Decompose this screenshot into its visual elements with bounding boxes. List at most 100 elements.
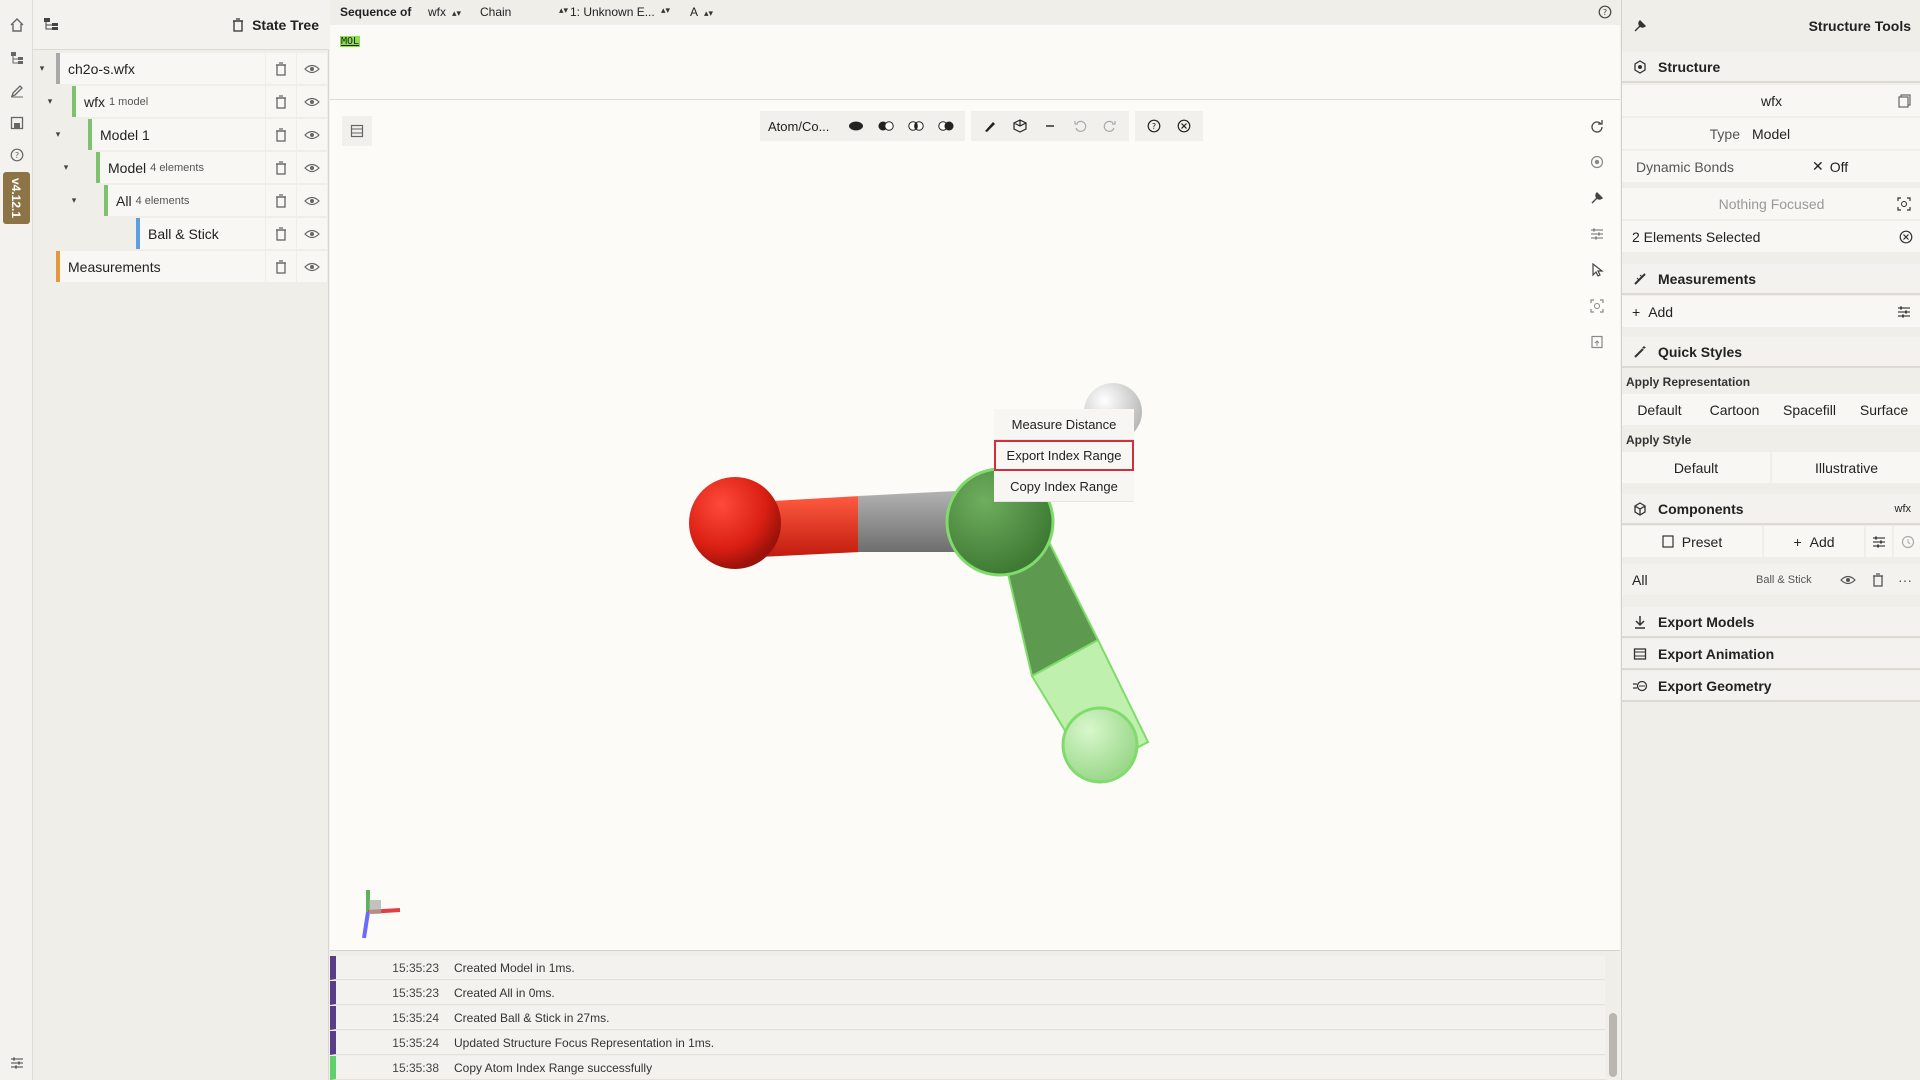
settings-sliders-icon[interactable] <box>1897 305 1911 319</box>
structure-tools-header: Structure Tools <box>1622 10 1920 41</box>
measurements-add-row: + Add <box>1622 296 1920 327</box>
tree-row[interactable]: wfx 1 model <box>72 86 265 117</box>
style-button[interactable]: Illustrative <box>1772 452 1920 483</box>
collapse-caret-icon[interactable]: ▾ <box>59 160 73 174</box>
collapse-caret-icon[interactable]: ▾ <box>67 193 81 207</box>
measurements-section-header[interactable]: Measurements <box>1622 264 1920 295</box>
clear-selection-icon[interactable] <box>1899 230 1913 244</box>
tree-row-sublabel: 4 elements <box>135 194 190 207</box>
structure-section-header[interactable]: Structure <box>1622 52 1920 83</box>
log-timestamp: 15:35:23 <box>392 961 439 975</box>
structure-select[interactable]: wfx ▴▾ <box>428 5 461 19</box>
components-icon <box>1622 501 1658 516</box>
tree-row[interactable]: Model 4 elements <box>96 152 265 183</box>
save-icon[interactable] <box>6 112 28 134</box>
log-timestamp: 15:35:38 <box>392 1061 439 1075</box>
trash-icon[interactable] <box>266 185 296 216</box>
log-scrollbar[interactable] <box>1609 1013 1617 1077</box>
tree-row[interactable]: Model 1 <box>88 119 265 150</box>
chain-select[interactable]: A ▴▾ <box>690 5 713 19</box>
measurements-add-button[interactable]: + Add <box>1632 304 1673 320</box>
export-geometry-header[interactable]: Export Geometry <box>1622 671 1920 702</box>
preset-button[interactable]: Preset <box>1622 526 1762 557</box>
axes-widget <box>362 890 401 939</box>
representation-button[interactable]: Spacefill <box>1772 394 1847 425</box>
apply-style-label: Apply Style <box>1626 433 1692 447</box>
mode-select[interactable]: Chain ▴▾ <box>480 5 568 19</box>
download-icon <box>1622 615 1658 629</box>
components-add-button[interactable]: + Add <box>1764 526 1864 557</box>
hydrogen-atom-selected[interactable] <box>1061 706 1139 784</box>
menu-item-measure-distance[interactable]: Measure Distance <box>994 409 1134 440</box>
menu-item-export-index-range[interactable]: Export Index Range <box>994 440 1134 471</box>
tree-row[interactable]: ch2o-s.wfx <box>56 53 265 84</box>
pencil-icon[interactable] <box>6 80 28 102</box>
focus-row[interactable]: Nothing Focused <box>1622 188 1920 219</box>
representation-button[interactable]: Surface <box>1847 394 1920 425</box>
tree-icon[interactable] <box>6 47 28 69</box>
trash-icon[interactable] <box>266 53 296 84</box>
quick-styles-section-header[interactable]: Quick Styles <box>1622 337 1920 368</box>
tree-row[interactable]: All 4 elements <box>104 185 265 216</box>
representation-button[interactable]: Cartoon <box>1697 394 1772 425</box>
oxygen-atom[interactable] <box>689 477 781 569</box>
molecule-canvas[interactable] <box>330 100 1620 950</box>
log-message: Copy Atom Index Range successfully <box>454 1061 653 1075</box>
more-options-icon[interactable]: ··· <box>1898 572 1912 588</box>
wrench-icon <box>1622 19 1658 33</box>
3d-viewport[interactable]: Atom/Co... ? <box>330 100 1620 950</box>
copy-icon[interactable] <box>1898 93 1911 108</box>
trash-icon[interactable] <box>266 119 296 150</box>
style-button[interactable]: Default <box>1622 452 1770 483</box>
tree-row-label: wfx <box>84 93 105 110</box>
version-badge: v4.12.1 <box>3 172 30 224</box>
eye-icon[interactable] <box>297 53 327 84</box>
trash-icon[interactable] <box>266 152 296 183</box>
components-section-header[interactable]: Components wfx <box>1622 494 1920 525</box>
export-models-header[interactable]: Export Models <box>1622 607 1920 638</box>
structure-name-row[interactable]: wfx <box>1622 85 1920 116</box>
trash-icon[interactable] <box>266 251 296 282</box>
log-timestamp: 15:35:24 <box>392 1011 439 1025</box>
dynamic-bonds-toggle[interactable]: ✕ Off <box>1812 158 1848 175</box>
collapse-caret-icon[interactable]: ▾ <box>35 61 49 75</box>
selection-row[interactable]: 2 Elements Selected <box>1622 221 1920 252</box>
trash-icon[interactable] <box>266 86 296 117</box>
history-icon[interactable] <box>1894 526 1920 557</box>
structure-icon <box>1622 59 1658 74</box>
help-icon[interactable]: ? <box>6 144 28 166</box>
entity-select[interactable]: 1: Unknown E... ▴▾ <box>570 5 670 19</box>
bookmark-icon <box>1662 535 1674 548</box>
eye-icon[interactable] <box>297 152 327 183</box>
tree-icon[interactable] <box>43 17 59 31</box>
structure-type-select[interactable]: Model <box>1752 126 1790 142</box>
trash-icon[interactable] <box>266 218 296 249</box>
log-panel: 15:35:23 Created Model in 1ms. 15:35:23 Cre… <box>330 950 1620 1080</box>
trash-icon[interactable] <box>232 18 244 32</box>
settings-sliders-icon[interactable] <box>6 1052 28 1074</box>
help-icon[interactable]: ? <box>1598 5 1612 19</box>
eye-icon[interactable] <box>297 218 327 249</box>
tree-row[interactable]: Ball & Stick <box>136 218 265 249</box>
collapse-caret-icon[interactable]: ▾ <box>51 127 65 141</box>
eye-icon[interactable] <box>1840 574 1856 586</box>
focus-icon[interactable] <box>1897 196 1911 211</box>
tree-row[interactable]: Measurements <box>56 251 265 282</box>
eye-icon[interactable] <box>297 185 327 216</box>
sequence-label: Sequence of <box>340 5 412 19</box>
eye-icon[interactable] <box>297 86 327 117</box>
home-icon[interactable] <box>6 14 28 36</box>
component-row-all[interactable]: All Ball & Stick ··· <box>1622 564 1920 595</box>
settings-sliders-icon[interactable] <box>1866 526 1892 557</box>
eye-icon[interactable] <box>297 251 327 282</box>
export-animation-header[interactable]: Export Animation <box>1622 639 1920 670</box>
menu-item-copy-index-range[interactable]: Copy Index Range <box>994 471 1134 502</box>
log-message: Created All in 0ms. <box>454 986 555 1000</box>
structure-type-row: Type Model <box>1622 118 1920 149</box>
sequence-controls: Sequence of wfx ▴▾ Chain ▴▾ 1: Unknown E..… <box>330 0 1620 25</box>
eye-icon[interactable] <box>297 119 327 150</box>
representation-button[interactable]: Default <box>1622 394 1697 425</box>
collapse-caret-icon[interactable]: ▾ <box>43 94 57 108</box>
trash-icon[interactable] <box>1872 572 1884 587</box>
sequence-residue[interactable]: MOL <box>340 36 361 47</box>
